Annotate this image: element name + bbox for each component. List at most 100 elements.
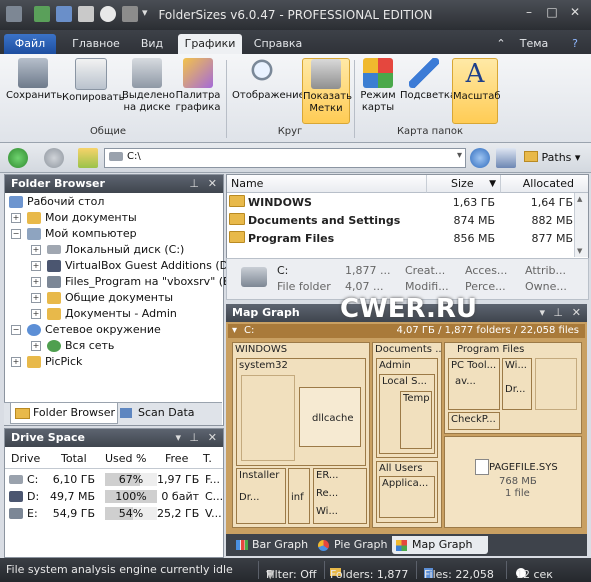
file-list-scrollbar[interactable]: ▲ ▼ — [574, 193, 588, 257]
map-block-all-users[interactable]: All Users Applica... — [376, 461, 438, 523]
drive-row[interactable]: E: 54,9 ГБ 54% 25,2 ГБ V... — [9, 505, 222, 522]
expand-icon[interactable]: + — [31, 277, 41, 287]
map-block-pc-tools[interactable]: PC Tool... av... — [448, 358, 500, 410]
collapse-icon[interactable]: − — [11, 229, 21, 239]
drive-row[interactable]: D: 49,7 МБ 100% 0 байт C... — [9, 488, 223, 505]
map-block-dllcache[interactable]: dllcache — [299, 387, 361, 447]
drive-row[interactable]: C: 6,10 ГБ 67% 1,97 ГБ F... — [9, 471, 221, 488]
drive-space-title: Drive Space — [11, 431, 85, 444]
sort-desc-icon: ▼ — [489, 179, 496, 189]
chart-palette-button[interactable]: Палитра графика — [174, 58, 222, 122]
selected-on-disk-button[interactable]: Выделено на диске — [122, 58, 175, 122]
file-row[interactable]: WINDOWS 1,63 ГБ 1,64 ГБ — [229, 194, 575, 212]
save-button[interactable]: Сохранить — [6, 58, 62, 122]
tools-icon — [311, 59, 341, 89]
map-block-application-data[interactable]: Applica... — [379, 476, 435, 518]
collapse-icon[interactable]: − — [11, 325, 21, 335]
panel-menu-icon[interactable]: ▾ — [539, 304, 545, 322]
pin-icon[interactable]: ⊥ — [189, 175, 199, 193]
tab-scan-data[interactable]: Scan Data — [116, 403, 214, 423]
tab-bar-graph[interactable]: Bar Graph — [232, 536, 324, 554]
expand-icon[interactable]: + — [31, 245, 41, 255]
col-drive[interactable]: Drive — [11, 451, 40, 467]
map-graph-icon — [396, 540, 407, 551]
refresh-button[interactable] — [470, 148, 490, 168]
folder-icon — [229, 231, 245, 243]
help-icon[interactable]: ? — [566, 34, 584, 54]
pin-icon[interactable]: ⊥ — [553, 304, 563, 322]
back-button[interactable] — [8, 148, 28, 168]
col-type[interactable]: T. — [203, 451, 212, 467]
up-folder-button[interactable] — [78, 148, 98, 168]
address-dropdown-icon[interactable]: ▾ — [457, 150, 462, 161]
expand-icon[interactable]: + — [31, 341, 41, 351]
map-block-temp[interactable]: Temp — [400, 391, 432, 449]
minimize-button[interactable]: – — [520, 4, 538, 20]
show-labels-button[interactable]: Показать Метки — [302, 58, 352, 124]
scale-button[interactable]: A Масштаб — [452, 58, 501, 124]
close-button[interactable]: ✕ — [566, 4, 584, 20]
tab-folder-browser[interactable]: Folder Browser — [10, 403, 118, 424]
col-name[interactable]: Name — [227, 175, 427, 193]
highlight-button[interactable]: Подсветка — [400, 58, 456, 122]
copy-button[interactable]: Копировать — [62, 58, 124, 122]
expand-icon[interactable]: + — [11, 357, 21, 367]
explorer-button[interactable] — [496, 148, 516, 168]
scale-label: Масштаб — [453, 91, 501, 102]
folder-browser-tab-icon — [15, 408, 30, 419]
pin-icon[interactable]: ⊥ — [189, 429, 199, 447]
forward-button[interactable] — [44, 148, 64, 168]
panel-close-icon[interactable]: ✕ — [572, 304, 581, 322]
map-block-er[interactable]: ER... Re... Wi... — [313, 468, 367, 524]
map-block-admin[interactable]: Admin Local S... Temp — [376, 358, 438, 458]
folder-icon — [229, 213, 245, 225]
expand-icon[interactable]: + — [31, 293, 41, 303]
map-block-program-files[interactable]: Program Files PC Tool... av... Wi... Dr.… — [444, 342, 582, 434]
expand-icon[interactable]: + — [31, 309, 41, 319]
file-row[interactable]: Documents and Settings 874 МБ 882 МБ — [229, 212, 575, 230]
col-used[interactable]: Used % — [105, 451, 146, 467]
computer-icon — [27, 228, 41, 240]
tab-map-graph[interactable]: Map Graph — [392, 536, 488, 554]
window-title: FolderSizes v6.0.47 - PROFESSIONAL EDITI… — [158, 8, 433, 22]
scroll-up-icon[interactable]: ▲ — [577, 195, 582, 203]
theme-button[interactable]: Тема — [512, 34, 556, 54]
group-pie: Круг — [277, 126, 303, 137]
display-button[interactable]: Отображение — [232, 58, 305, 122]
panel-menu-icon[interactable]: ▾ — [175, 429, 181, 447]
address-field[interactable]: C:\ ▾ — [104, 148, 466, 168]
map-block-checkpoint[interactable]: CheckP... — [448, 412, 500, 430]
tab-charts[interactable]: Графики — [178, 34, 242, 54]
col-allocated[interactable]: Allocated — [501, 175, 588, 193]
tab-help[interactable]: Справка — [250, 34, 306, 54]
tab-home[interactable]: Главное — [66, 34, 126, 54]
map-block-pagefile[interactable]: PAGEFILE.SYS 768 МБ 1 file — [444, 436, 582, 528]
col-free[interactable]: Free — [165, 451, 188, 467]
expand-icon[interactable]: + — [31, 261, 41, 271]
tab-view[interactable]: Вид — [134, 34, 170, 54]
scroll-down-icon[interactable]: ▼ — [577, 247, 582, 255]
col-size[interactable]: Size ▼ — [427, 175, 501, 193]
map-block-wi[interactable]: Wi... Dr... — [502, 358, 532, 410]
maximize-button[interactable]: □ — [543, 4, 561, 20]
map-block-local-settings[interactable]: Local S... Temp — [379, 374, 435, 454]
map-block-windows[interactable]: WINDOWS system32 dllcache Installer Dr..… — [232, 342, 370, 528]
panel-close-icon[interactable]: ✕ — [208, 175, 217, 193]
map-mode-button[interactable]: Режим карты — [358, 58, 398, 122]
tab-file[interactable]: Файл — [4, 34, 56, 54]
map-block-inf[interactable]: inf — [288, 468, 310, 524]
map-block-documents[interactable]: Documents ... Admin Local S... Temp All … — [372, 342, 442, 528]
tab-pie-graph[interactable]: Pie Graph — [314, 536, 404, 554]
status-divider — [324, 561, 325, 579]
map-block-system32[interactable]: system32 dllcache — [236, 358, 366, 466]
theme-label: Тема — [519, 37, 549, 50]
file-row[interactable]: Program Files 856 МБ 877 МБ — [229, 230, 575, 248]
map-root-bar[interactable]: ▾ C: 4,07 ГБ / 1,877 folders / 22,058 fi… — [228, 324, 585, 338]
bar-graph-icon — [236, 540, 248, 550]
expand-icon[interactable]: + — [11, 213, 21, 223]
map-block-installer[interactable]: Installer Dr... — [236, 468, 286, 524]
col-total[interactable]: Total — [61, 451, 87, 467]
collapse-ribbon-icon[interactable]: ⌃ — [492, 34, 510, 54]
paths-button[interactable]: Paths ▾ — [524, 149, 580, 167]
panel-close-icon[interactable]: ✕ — [208, 429, 217, 447]
